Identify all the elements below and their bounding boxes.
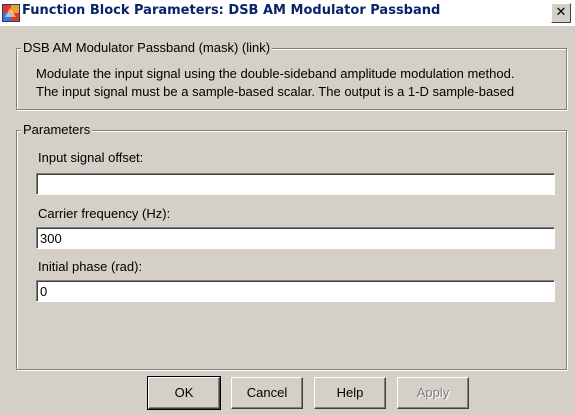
apply-button[interactable]: Apply: [397, 377, 469, 409]
mask-group-legend: DSB AM Modulator Passband (mask) (link): [21, 40, 273, 55]
window-title: Function Block Parameters: DSB AM Modula…: [22, 3, 441, 18]
parameters-group-legend: Parameters: [21, 122, 93, 137]
close-button[interactable]: ✕: [551, 3, 571, 23]
input-signal-offset-label: Input signal offset:: [38, 150, 144, 165]
mask-description-group: DSB AM Modulator Passband (mask) (link) …: [16, 40, 567, 110]
carrier-frequency-label: Carrier frequency (Hz):: [38, 206, 171, 221]
cancel-button[interactable]: Cancel: [231, 377, 303, 409]
carrier-frequency-field[interactable]: [36, 227, 555, 249]
initial-phase-label: Initial phase (rad):: [38, 259, 143, 274]
input-signal-offset-field[interactable]: [36, 173, 555, 195]
help-button[interactable]: Help: [314, 377, 386, 409]
title-bar[interactable]: Function Block Parameters: DSB AM Modula…: [0, 0, 575, 26]
description-line-1: Modulate the input signal using the doub…: [36, 66, 515, 81]
description-line-2: The input signal must be a sample-based …: [36, 84, 515, 99]
function-block-parameters-dialog: Function Block Parameters: DSB AM Modula…: [0, 0, 575, 415]
close-icon: ✕: [555, 5, 567, 20]
ok-button[interactable]: OK: [147, 376, 221, 410]
simulink-block-icon: [2, 4, 20, 22]
parameters-group: Parameters Input signal offset: Carrier …: [16, 122, 567, 370]
initial-phase-field[interactable]: [36, 280, 555, 302]
